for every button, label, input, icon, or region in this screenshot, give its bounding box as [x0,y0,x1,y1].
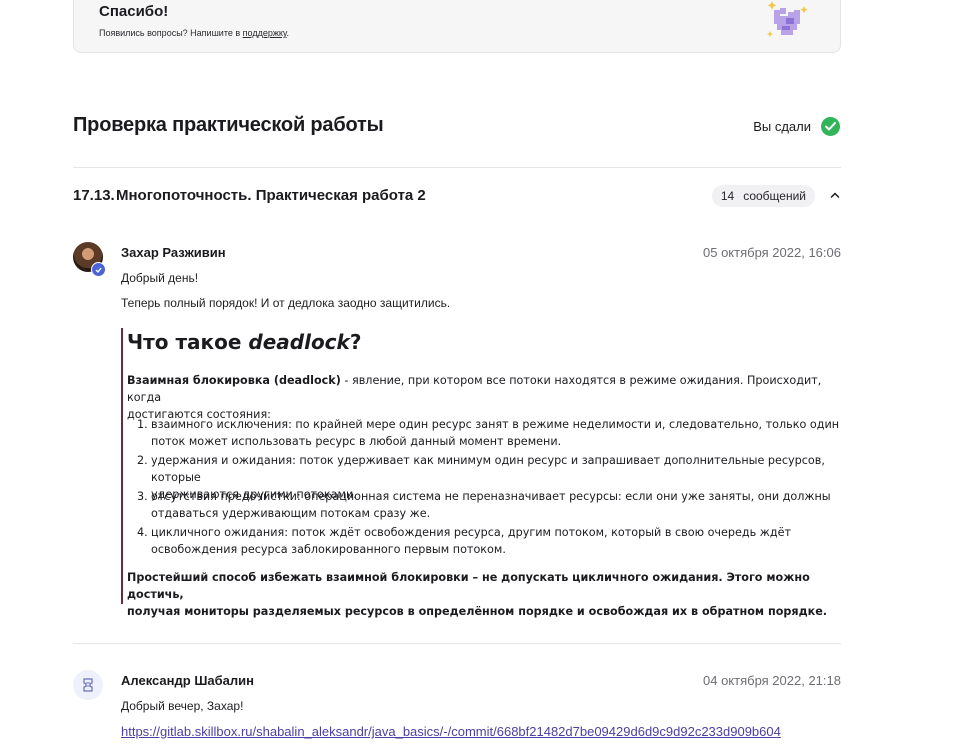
task-name: Многопоточность. Практическая работа 2 [116,187,426,204]
comment-date: 04 октября 2022, 21:18 [703,673,841,688]
thanks-title: Спасибо! [99,3,169,20]
comment-author: Захар Разживин [121,245,226,260]
quote-intro-bold: Взаимная блокировка (deadlock) [127,374,341,387]
quote-title: Что такое deadlock? [127,330,362,354]
message-count-label: сообщений [743,189,806,203]
submission-status: Вы сдали [753,117,840,136]
section-title: Проверка практической работы [73,114,384,136]
list-item: 3. отсутствия предочистки: операционная с… [137,490,831,520]
pixel-heart-icon [767,1,808,37]
message-count-badge: 14 сообщений [711,185,815,207]
commit-link[interactable]: https://gitlab.skillbox.ru/shabalin_alek… [121,724,781,739]
status-text: Вы сдали [753,119,811,134]
thanks-subtitle-suffix: . [286,28,290,38]
avatar[interactable] [73,670,103,700]
support-link[interactable]: поддержку [243,28,287,38]
task-header[interactable]: 17.13. Многопоточность. Практическая раб… [73,185,841,207]
quote-title-emphasis: deadlock [248,330,350,354]
thanks-card: Спасибо! Появились вопросы? Напишите в п… [73,0,841,53]
chevron-up-icon[interactable] [829,189,841,201]
comment-date: 05 октября 2022, 16:06 [703,245,841,260]
comment-author: Александр Шабалин [121,673,254,688]
comment-text: Теперь полный порядок! И от дедлока заод… [121,296,451,310]
divider [73,167,841,168]
task-number: 17.13. [73,187,115,204]
check-circle-icon [821,117,840,136]
list-item: 1. взаимного исключения: по крайней мере … [137,418,840,448]
comment-greeting: Добрый день! [121,271,199,285]
message-count: 14 [720,189,735,203]
thanks-subtitle-prefix: Появились вопросы? Напишите в [99,28,243,38]
quote-conclusion: Простейший способ избежать взаимной блок… [127,571,828,618]
ticket-icon [83,678,93,692]
thanks-subtitle: Появились вопросы? Напишите в поддержку. [99,28,289,38]
comment-greeting: Добрый вечер, Захар! [121,699,244,713]
list-item: 4. цикличного ожидания: поток ждёт освобо… [137,526,791,556]
deadlock-quote: Что такое deadlock? Взаимная блокировка … [121,328,843,618]
divider [73,643,841,644]
verified-badge-icon [91,262,106,277]
